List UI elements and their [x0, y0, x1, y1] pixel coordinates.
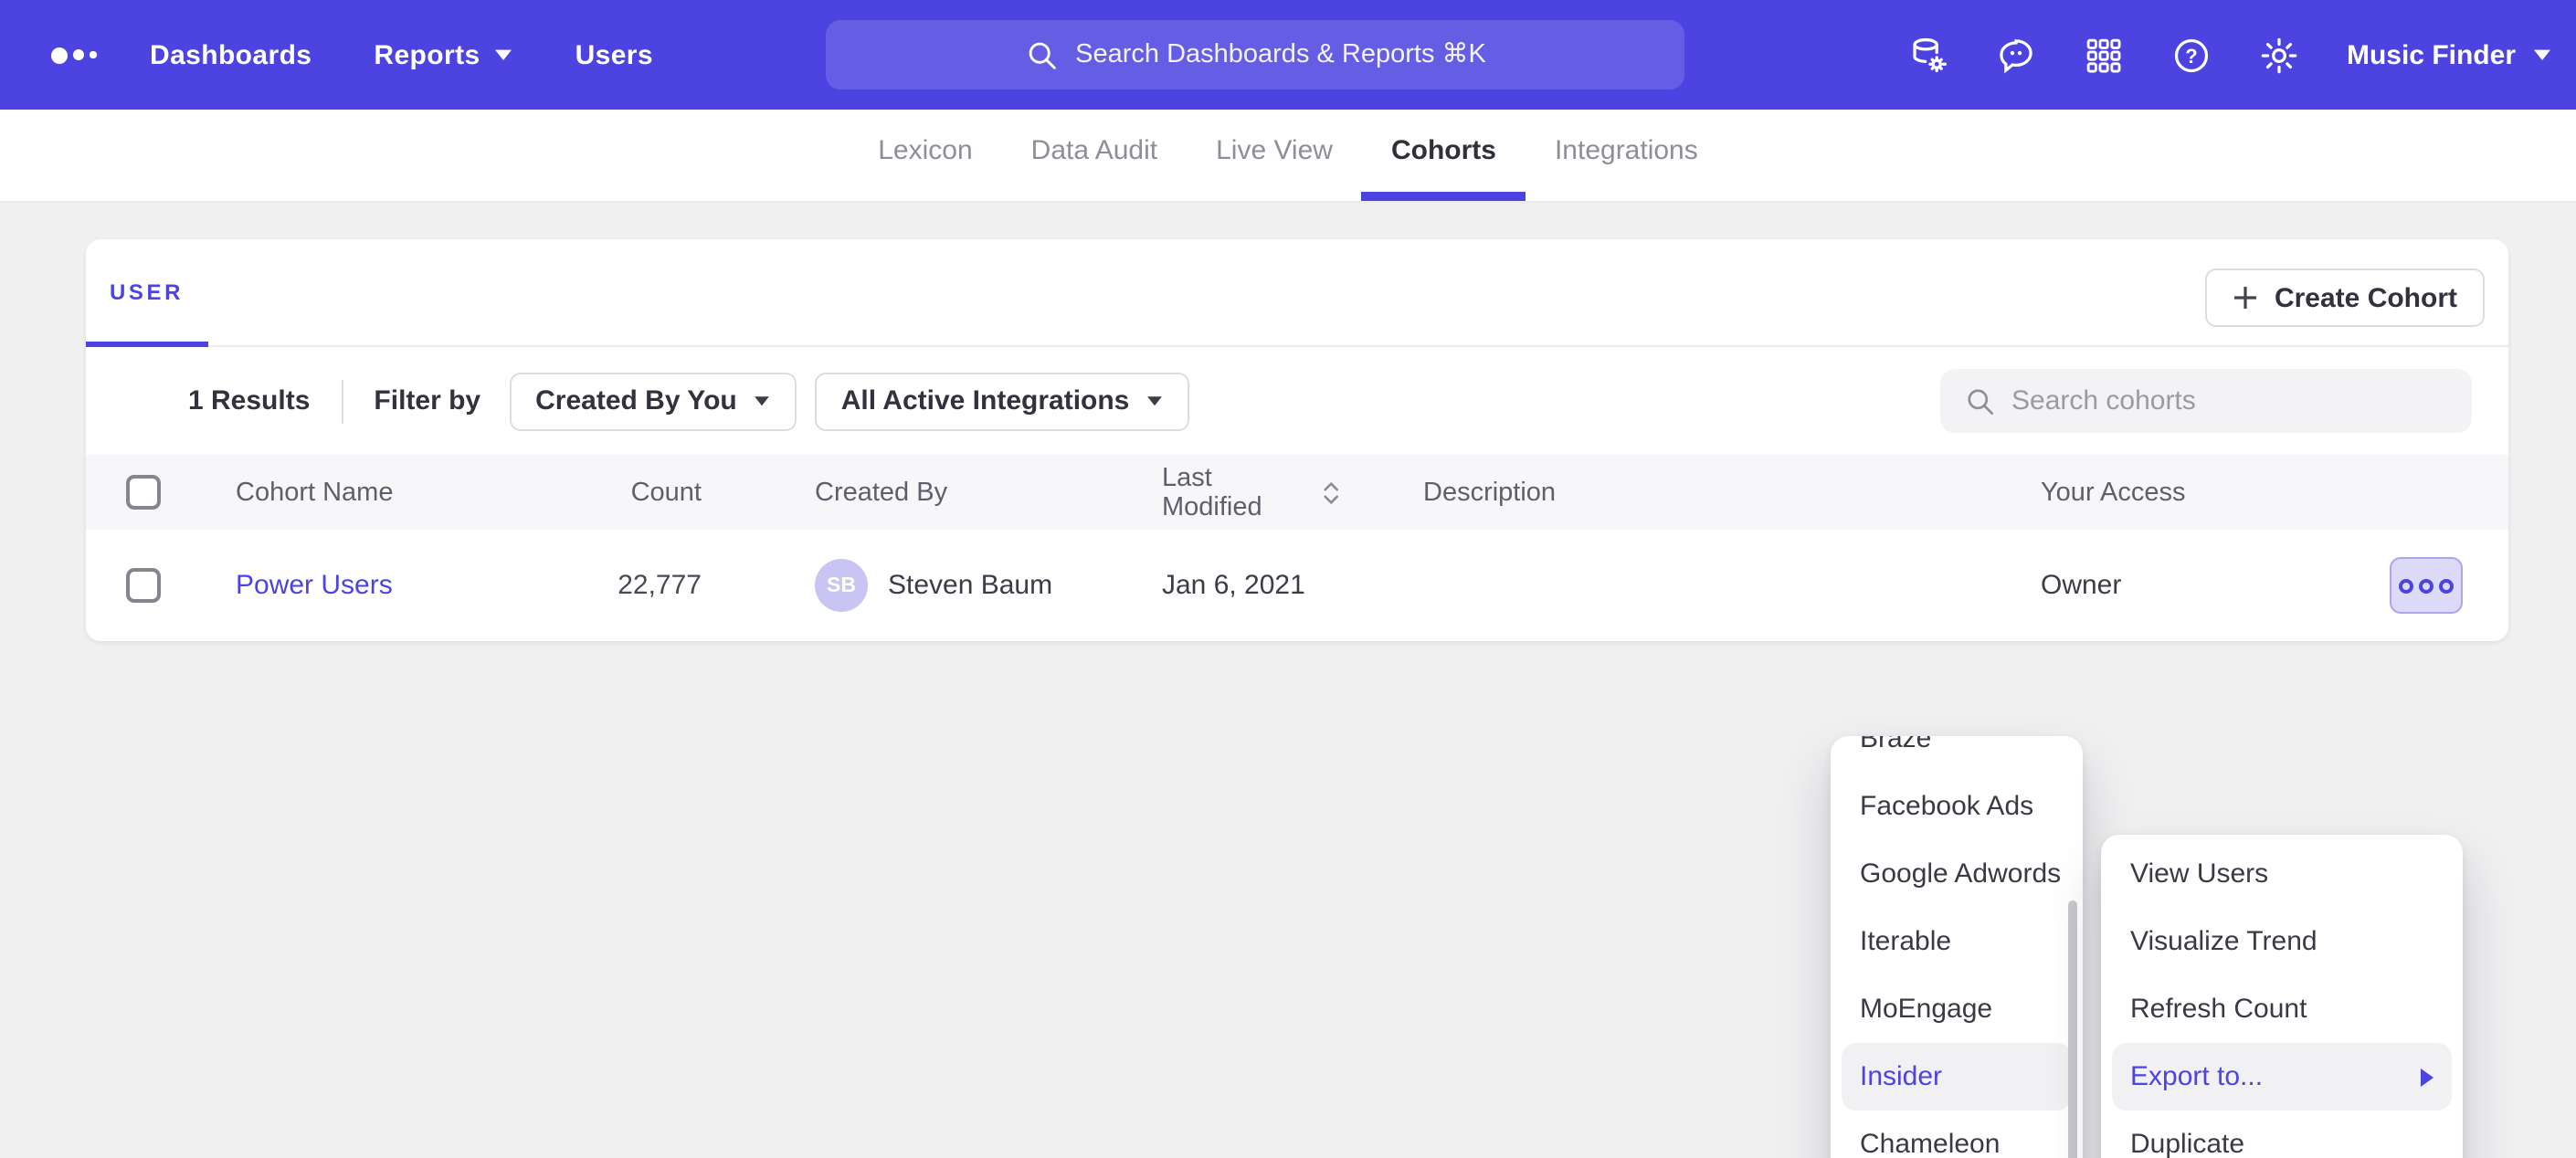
- menu-scrollbar-thumb[interactable]: [2068, 900, 2077, 1158]
- nav-users[interactable]: Users: [575, 39, 653, 70]
- your-access-value: Owner: [1958, 570, 2360, 601]
- tab-label: Live View: [1216, 135, 1333, 166]
- create-cohort-label: Create Cohort: [2275, 282, 2457, 313]
- nav-users-label: Users: [575, 39, 653, 70]
- menu-item-facebook-ads[interactable]: Facebook Ads: [1831, 773, 2083, 840]
- active-tab-underline: [86, 342, 207, 347]
- cohorts-card: USER Create Cohort 1 Results Filter by C…: [86, 239, 2508, 641]
- tab-data-audit[interactable]: Data Audit: [1002, 110, 1187, 201]
- menu-item-chameleon[interactable]: Chameleon: [1831, 1111, 2083, 1158]
- data-management-icon[interactable]: [1908, 34, 1950, 76]
- search-icon: [1024, 38, 1057, 71]
- menu-item-visualize-trend[interactable]: Visualize Trend: [2101, 908, 2463, 975]
- table-row: Power Users 22,777 SB Steven Baum Jan 6,…: [86, 530, 2508, 641]
- created-by-cell: SB Steven Baum: [733, 559, 1080, 612]
- menu-item-braze[interactable]: Braze: [1831, 736, 2083, 773]
- cohort-type-tab-user[interactable]: USER: [86, 239, 207, 345]
- results-count: 1 Results: [188, 385, 310, 416]
- row-checkbox[interactable]: [126, 568, 161, 603]
- cohort-search-box: [1940, 369, 2472, 433]
- created-by-name: Steven Baum: [888, 570, 1052, 601]
- global-search-input[interactable]: Search Dashboards & Reports ⌘K: [826, 20, 1684, 89]
- tab-label: Lexicon: [878, 135, 972, 166]
- row-more-options-button[interactable]: [2390, 557, 2463, 614]
- col-header-count: Count: [575, 478, 733, 507]
- user-tab-label: USER: [110, 279, 184, 305]
- last-modified-label: Last Modified: [1162, 463, 1310, 521]
- dot-icon: [2419, 578, 2433, 593]
- apps-grid-icon[interactable]: [2084, 34, 2126, 76]
- mixpanel-logo-icon[interactable]: [51, 47, 106, 63]
- plus-icon: [2233, 285, 2258, 311]
- tab-live-view[interactable]: Live View: [1187, 110, 1362, 201]
- cohort-type-row: USER Create Cohort: [86, 239, 2508, 347]
- navbar-right-group: ? Music Finder: [1908, 0, 2552, 110]
- section-tabs: Lexicon Data Audit Live View Cohorts Int…: [0, 110, 2576, 203]
- chevron-down-icon: [493, 47, 513, 62]
- dot-icon: [2439, 578, 2454, 593]
- nav-dashboards[interactable]: Dashboards: [150, 39, 311, 70]
- feedback-chat-icon[interactable]: [1996, 34, 2038, 76]
- dot-icon: [2399, 578, 2413, 593]
- tab-integrations[interactable]: Integrations: [1526, 110, 1727, 201]
- tab-label: Data Audit: [1031, 135, 1157, 166]
- sort-icon: [1321, 479, 1341, 505]
- select-all-checkbox[interactable]: [126, 475, 161, 510]
- chevron-down-icon: [754, 395, 772, 407]
- col-header-your-access: Your Access: [1958, 478, 2360, 507]
- col-header-last-modified[interactable]: Last Modified: [1162, 463, 1341, 521]
- export-integrations-menu: Braze Facebook Ads Google Adwords Iterab…: [1831, 736, 2083, 1158]
- col-header-description: Description: [1341, 478, 1958, 507]
- filter-integrations-value: All Active Integrations: [841, 385, 1130, 416]
- global-search-placeholder: Search Dashboards & Reports ⌘K: [1075, 40, 1486, 69]
- table-header-row: Cohort Name Count Created By Last Modifi…: [86, 455, 2508, 530]
- create-cohort-button[interactable]: Create Cohort: [2205, 268, 2485, 327]
- tab-label: Integrations: [1555, 135, 1698, 166]
- row-actions-list: View Users Visualize Trend Refresh Count…: [2101, 840, 2463, 1158]
- menu-item-refresh-count[interactable]: Refresh Count: [2101, 975, 2463, 1043]
- tab-lexicon[interactable]: Lexicon: [849, 110, 1001, 201]
- menu-item-duplicate[interactable]: Duplicate: [2101, 1111, 2463, 1158]
- settings-gear-icon[interactable]: [2259, 34, 2301, 76]
- cohort-search-input[interactable]: [2011, 385, 2432, 416]
- cohort-count: 22,777: [575, 570, 733, 601]
- search-icon: [1964, 385, 1995, 416]
- filter-created-by-dropdown[interactable]: Created By You: [510, 372, 797, 430]
- app-window: Dashboards Reports Users Search Dashboar…: [0, 0, 2576, 1158]
- col-header-cohort-name: Cohort Name: [181, 478, 575, 507]
- top-navbar: Dashboards Reports Users Search Dashboar…: [0, 0, 2576, 110]
- col-header-created-by: Created By: [733, 478, 1080, 507]
- submenu-arrow-icon: [2421, 1068, 2433, 1086]
- tab-cohorts[interactable]: Cohorts: [1362, 110, 1526, 201]
- primary-nav: Dashboards Reports Users: [150, 39, 653, 70]
- filter-integrations-dropdown[interactable]: All Active Integrations: [816, 372, 1190, 430]
- menu-item-insider[interactable]: Insider: [1842, 1043, 2072, 1111]
- menu-item-moengage[interactable]: MoEngage: [1831, 975, 2083, 1043]
- avatar: SB: [815, 559, 868, 612]
- export-to-label: Export to...: [2130, 1061, 2263, 1092]
- help-icon[interactable]: ?: [2171, 34, 2213, 76]
- chevron-down-icon: [2532, 47, 2552, 62]
- account-name: Music Finder: [2347, 39, 2516, 70]
- filter-created-by-value: Created By You: [535, 385, 737, 416]
- menu-item-iterable[interactable]: Iterable: [1831, 908, 2083, 975]
- filter-toolbar: 1 Results Filter by Created By You All A…: [86, 347, 2508, 455]
- row-actions-menu: View Users Visualize Trend Refresh Count…: [2101, 835, 2463, 1158]
- last-modified-value: Jan 6, 2021: [1080, 570, 1341, 601]
- menu-item-view-users[interactable]: View Users: [2101, 840, 2463, 908]
- nav-dashboards-label: Dashboards: [150, 39, 311, 70]
- divider: [341, 379, 343, 423]
- filter-by-label: Filter by: [374, 385, 480, 416]
- nav-reports-label: Reports: [374, 39, 480, 70]
- cohort-name-link[interactable]: Power Users: [236, 570, 393, 601]
- svg-text:?: ?: [2186, 44, 2198, 67]
- chevron-down-icon: [1145, 395, 1164, 407]
- account-switcher[interactable]: Music Finder: [2347, 39, 2552, 70]
- nav-reports[interactable]: Reports: [374, 39, 512, 70]
- cohorts-page: USER Create Cohort 1 Results Filter by C…: [0, 203, 2576, 1158]
- menu-item-export-to[interactable]: Export to...: [2112, 1043, 2452, 1111]
- tab-label: Cohorts: [1391, 135, 1496, 166]
- export-integrations-list: Braze Facebook Ads Google Adwords Iterab…: [1831, 736, 2083, 1158]
- menu-item-google-adwords[interactable]: Google Adwords: [1831, 840, 2083, 908]
